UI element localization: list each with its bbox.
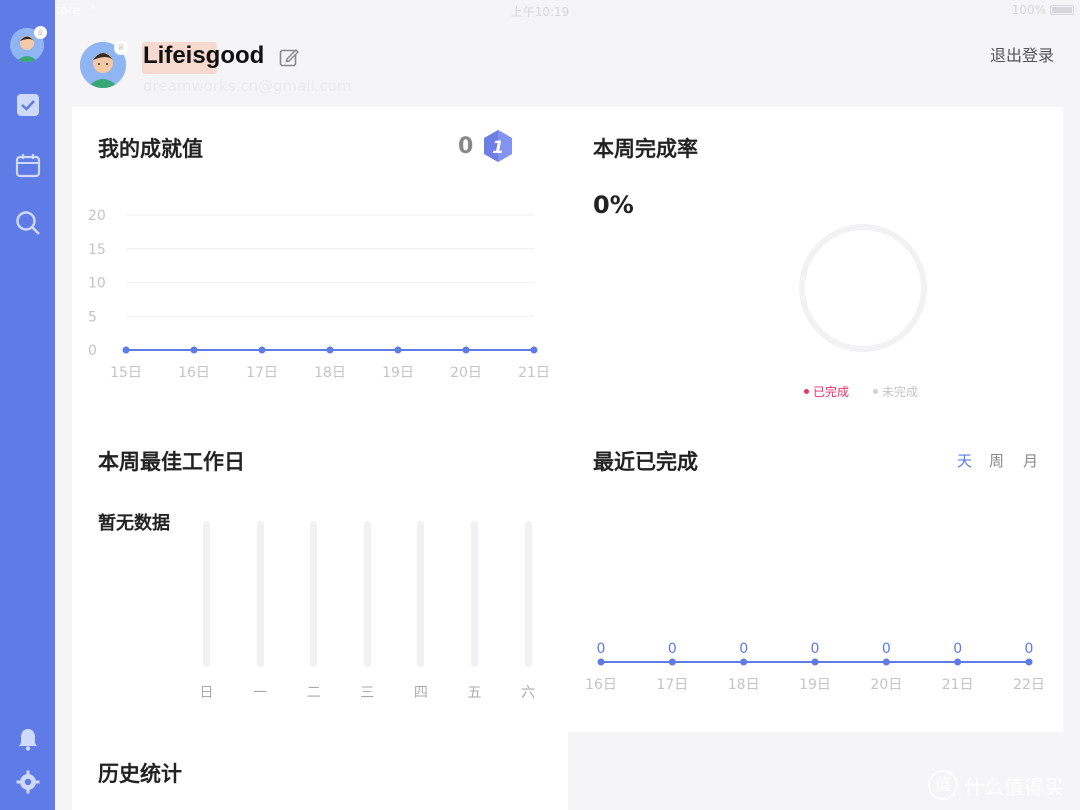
x-tick-label: 16日 — [178, 365, 210, 381]
y-tick-label: 5 — [88, 309, 97, 325]
status-bar: ‹ App Store ⌃ 上午10:19 100% — [0, 0, 1080, 20]
profile-header: ♕ Lifeisgood dreamworks.cn@gmail.com 退出登… — [55, 20, 1080, 107]
weekday-label: 三 — [360, 685, 375, 701]
x-tick-label: 20日 — [870, 677, 902, 693]
username: Lifeisgood — [143, 42, 265, 69]
weekday-label: 二 — [306, 685, 321, 701]
data-label: 0 — [668, 641, 677, 657]
weekday-label: 一 — [253, 685, 268, 701]
weekday-label: 日 — [199, 685, 214, 701]
data-label: 0 — [882, 641, 891, 657]
history-title: 历史统计 — [98, 762, 182, 786]
achievement-title: 我的成就值 — [98, 137, 203, 161]
weekday-bar-track — [471, 521, 478, 667]
completion-title: 本周完成率 — [593, 137, 698, 161]
watermark-text: 什么值得买 — [964, 774, 1064, 799]
recent-title: 最近已完成 — [593, 450, 698, 474]
weekday-bar-track — [310, 521, 318, 667]
tab-month[interactable]: 月 — [1023, 450, 1038, 471]
no-data-text: 暂无数据 — [98, 513, 170, 534]
email: dreamworks.cn@gmail.com — [143, 77, 352, 95]
completion-percent: 0% — [593, 191, 634, 219]
data-point — [326, 346, 334, 354]
achievement-chart: 20 15 10 5 0 15日 16日 17日 18日 19日 20日 21日 — [88, 208, 550, 381]
uncompleted-dot — [873, 389, 878, 394]
legend-uncompleted-label: 未完成 — [882, 385, 919, 399]
weekday-bar-track — [256, 521, 264, 667]
data-point — [740, 658, 748, 666]
weekday-label: 六 — [521, 685, 536, 701]
calendar-icon[interactable] — [14, 151, 41, 178]
weekday-label: 四 — [413, 685, 428, 701]
x-tick-label: 18日 — [728, 677, 760, 693]
donut-slice-uncompleted — [799, 224, 927, 352]
search-icon[interactable] — [14, 209, 41, 236]
edit-icon[interactable] — [279, 47, 300, 67]
data-point — [462, 346, 470, 354]
data-point — [190, 346, 198, 354]
data-point — [668, 658, 676, 666]
x-tick-label: 16日 — [585, 677, 617, 693]
data-point — [954, 658, 962, 666]
data-point — [1025, 658, 1033, 666]
data-label: 0 — [1025, 641, 1034, 657]
legend-completed: 已完成 — [804, 383, 849, 400]
x-tick-label: 17日 — [656, 677, 688, 693]
watermark-logo-icon: 值 — [928, 770, 958, 800]
weekday-bar-track — [203, 521, 210, 667]
data-point — [122, 346, 130, 354]
completed-dot — [804, 389, 809, 394]
data-point — [882, 658, 890, 666]
completion-donut — [799, 224, 927, 352]
bell-icon[interactable] — [14, 725, 41, 752]
x-tick-label: 18日 — [314, 365, 346, 381]
data-label: 0 — [953, 641, 962, 657]
x-tick-label: 19日 — [382, 365, 414, 381]
x-tick-label: 20日 — [450, 365, 482, 381]
x-tick-label: 19日 — [799, 677, 831, 693]
x-tick-label: 17日 — [246, 365, 278, 381]
legend-uncompleted: 未完成 — [873, 383, 918, 400]
crown-icon: ♕ — [34, 26, 47, 39]
x-tick-label: 15日 — [110, 365, 142, 381]
weekday-bar-track — [417, 521, 425, 667]
battery-icon — [1050, 5, 1074, 15]
gear-icon[interactable] — [14, 768, 41, 795]
tab-day[interactable]: 天 — [957, 450, 972, 471]
best-day-title: 本周最佳工作日 — [98, 450, 245, 474]
weekday-bar-track — [524, 521, 532, 667]
level-hexagon-icon: 1 — [482, 129, 514, 163]
data-point — [530, 346, 538, 354]
battery-percent: 100% — [1011, 3, 1046, 17]
data-label: 0 — [739, 641, 748, 657]
y-tick-label: 10 — [88, 276, 106, 292]
legend-completed-label: 已完成 — [813, 385, 850, 399]
achievement-score: 0 — [458, 134, 474, 159]
level-number: 1 — [492, 138, 504, 158]
weekday-bar-track — [363, 521, 371, 667]
crown-badge-icon: ♕ — [114, 41, 128, 55]
tab-week[interactable]: 周 — [989, 450, 1004, 471]
data-point — [811, 658, 819, 666]
logout-button[interactable]: 退出登录 — [990, 42, 1054, 66]
sidebar: ♕ — [0, 0, 55, 810]
data-point — [597, 658, 605, 666]
data-label: 0 — [597, 641, 606, 657]
watermark: 值 什么值得买 — [928, 770, 1064, 800]
data-point — [258, 346, 266, 354]
y-tick-label: 15 — [88, 242, 106, 258]
x-tick-label: 21日 — [942, 677, 974, 693]
y-tick-label: 20 — [88, 208, 106, 224]
x-tick-label: 22日 — [1013, 677, 1045, 693]
data-point — [394, 346, 402, 354]
y-tick-label: 0 — [88, 343, 97, 359]
weekday-label: 五 — [467, 685, 482, 701]
data-label: 0 — [811, 641, 820, 657]
clock: 上午10:19 — [510, 5, 570, 19]
recent-chart: 0 16日 0 17日 0 18日 0 19日 0 20日 0 21日 0 22日 — [585, 641, 1045, 693]
checkbox-icon[interactable] — [14, 91, 41, 118]
x-tick-label: 21日 — [518, 365, 550, 381]
